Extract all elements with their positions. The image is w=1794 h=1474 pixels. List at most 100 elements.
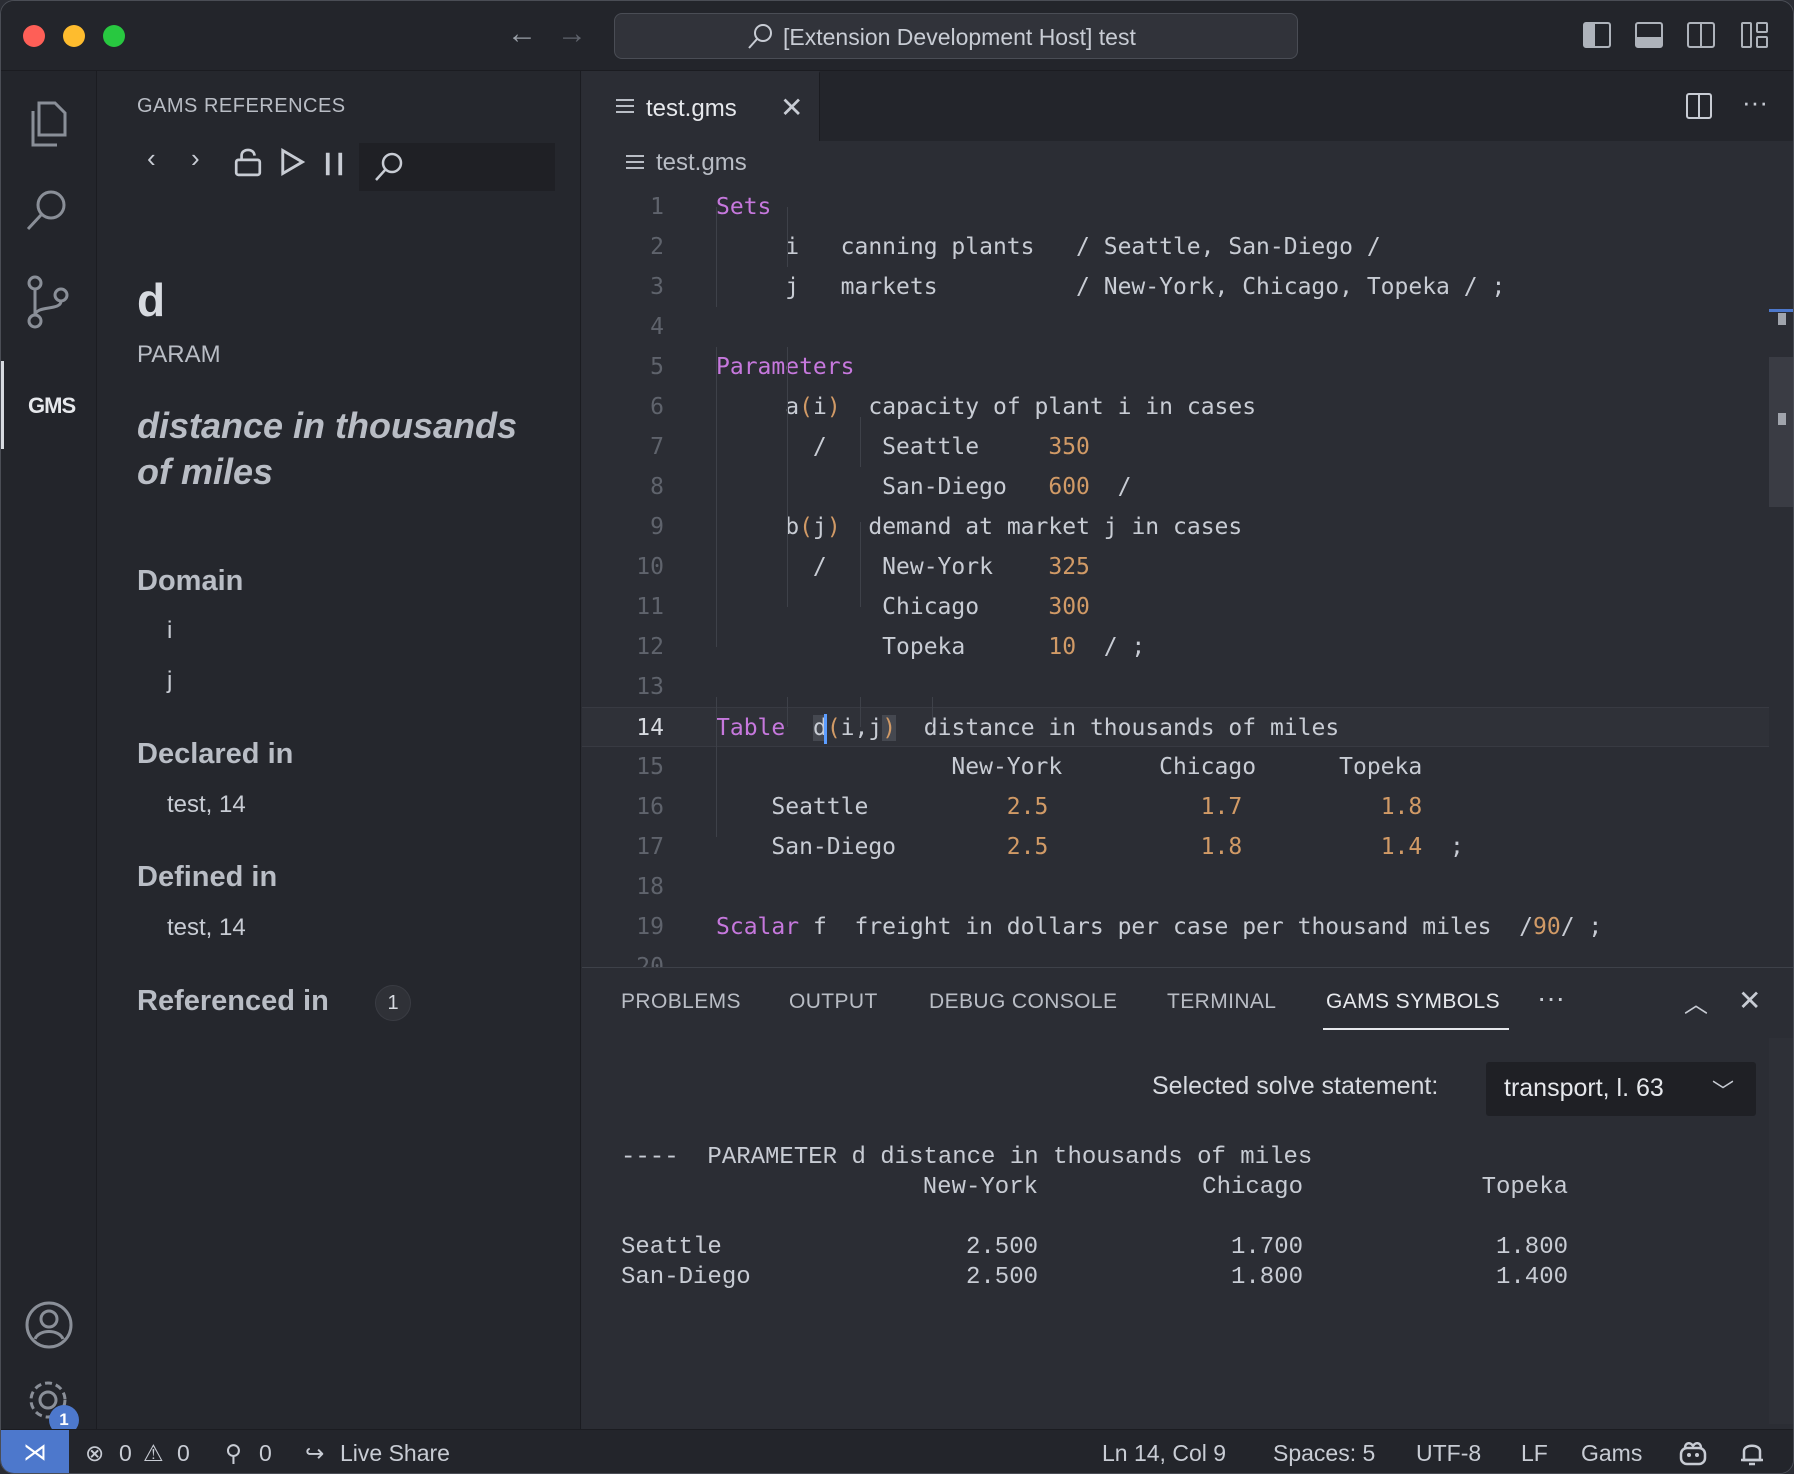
active-tab-indicator [1323, 1028, 1509, 1030]
ports-icon[interactable]: ⚲ [225, 1440, 242, 1467]
minimize-window-button[interactable] [63, 25, 85, 47]
more-actions-icon[interactable]: ··· [1742, 87, 1768, 118]
bell-icon[interactable] [1739, 1438, 1765, 1468]
toggle-panel-icon[interactable] [1635, 22, 1663, 48]
split-editor-icon[interactable] [1686, 93, 1712, 119]
code-line[interactable]: 13 [582, 667, 1772, 707]
tab-gams-symbols[interactable]: GAMS SYMBOLS [1326, 990, 1500, 1014]
tab-output[interactable]: OUTPUT [789, 990, 878, 1014]
chevron-up-icon[interactable]: ︿ [1684, 984, 1708, 1019]
tab-problems[interactable]: PROBLEMS [621, 990, 741, 1014]
breadcrumb[interactable]: test.gms [626, 149, 747, 177]
unlock-icon[interactable] [233, 147, 263, 177]
declared-location[interactable]: test, 14 [167, 791, 246, 819]
error-icon[interactable]: ⊗ [85, 1440, 104, 1467]
code-token: 1.7 [1200, 794, 1243, 820]
solve-statement-select[interactable]: transport, l. 63 ﹀ [1486, 1062, 1756, 1116]
code-token: j [812, 514, 827, 540]
share-icon[interactable]: ↪ [305, 1440, 324, 1467]
warning-count[interactable]: 0 [177, 1440, 190, 1467]
toggle-sidebar-icon[interactable] [1583, 22, 1611, 48]
indentation[interactable]: Spaces: 5 [1273, 1440, 1375, 1467]
search-activity[interactable] [1, 167, 97, 255]
code-token: ( [826, 715, 841, 741]
editor-scroll-thumb[interactable] [1769, 357, 1793, 507]
code-line[interactable]: 16 Seattle 2.5 1.7 1.8 [582, 787, 1772, 827]
code-editor[interactable]: 20 19 Scalar f freight in dollars per case… [582, 187, 1772, 967]
code-line[interactable]: 9 b(j) demand at market j in cases [582, 507, 1772, 547]
line-source: New-York Chicago Topeka [716, 747, 1422, 787]
line-number: 18 [636, 874, 664, 900]
search-icon [26, 190, 66, 231]
code-line[interactable]: 19 Scalar f freight in dollars per case p… [582, 907, 1772, 947]
tab-terminal[interactable]: TERMINAL [1167, 990, 1276, 1014]
play-icon[interactable] [277, 147, 307, 177]
language-mode[interactable]: Gams [1581, 1440, 1642, 1467]
indent-guide [716, 207, 717, 307]
line-source: San-Diego 600 / [716, 467, 1131, 507]
editor-scrollbar[interactable] [1769, 187, 1793, 967]
remote-indicator[interactable]: ⋊ [1, 1430, 69, 1473]
code-line[interactable]: 6 a(i) capacity of plant i in cases [582, 387, 1772, 427]
solve-statement-value: transport, l. 63 [1504, 1074, 1664, 1102]
line-number: 1 [650, 194, 664, 220]
toggle-secondary-sidebar-icon[interactable] [1687, 22, 1715, 48]
code-line[interactable]: 4 [582, 307, 1772, 347]
warning-icon[interactable]: ⚠ [143, 1440, 164, 1467]
panel-scrollbar[interactable] [1769, 1038, 1793, 1424]
code-line[interactable]: 11 Chicago 300 [582, 587, 1772, 627]
close-icon[interactable]: ✕ [780, 91, 803, 124]
code-line[interactable]: 1 Sets [582, 187, 1772, 227]
encoding[interactable]: UTF-8 [1416, 1440, 1481, 1467]
code-line[interactable]: 3 j markets / New-York, Chicago, Topeka … [582, 267, 1772, 307]
defined-location[interactable]: test, 14 [167, 914, 246, 942]
code-line[interactable]: 14 Table d(i,j) distance in thousands of … [582, 707, 1772, 747]
symbol-search-input[interactable] [359, 143, 555, 191]
code-line[interactable]: 8 San-Diego 600 / [582, 467, 1772, 507]
chevron-left-icon[interactable]: ‹ [147, 143, 177, 173]
code-line[interactable]: 18 [582, 867, 1772, 907]
code-line[interactable]: 2 i canning plants / Seattle, San-Diego … [582, 227, 1772, 267]
code-line[interactable]: 10 / New-York 325 [582, 547, 1772, 587]
accounts-activity[interactable] [1, 1279, 97, 1367]
code-line[interactable]: 15 New-York Chicago Topeka [582, 747, 1772, 787]
forward-arrow-icon[interactable]: → [557, 17, 587, 51]
domain-heading: Domain [137, 565, 244, 597]
code-token: / ; [1560, 914, 1603, 940]
ports-count[interactable]: 0 [259, 1440, 272, 1467]
chevron-right-icon[interactable]: › [191, 143, 221, 173]
domain-item[interactable]: j [167, 667, 172, 695]
customize-layout-icon[interactable] [1741, 22, 1769, 48]
code-line[interactable]: 5 Parameters [582, 347, 1772, 387]
close-window-button[interactable] [23, 25, 45, 47]
code-line[interactable]: 7 / Seattle 350 [582, 427, 1772, 467]
close-panel-icon[interactable]: ✕ [1738, 984, 1761, 1017]
line-number: 4 [650, 314, 664, 340]
line-number: 14 [636, 715, 664, 741]
pause-icon[interactable] [319, 149, 349, 179]
code-line[interactable]: 12 Topeka 10 / ; [582, 627, 1772, 667]
end-of-line[interactable]: LF [1521, 1440, 1548, 1467]
cursor-position[interactable]: Ln 14, Col 9 [1102, 1440, 1226, 1467]
code-token: f freight in dollars per case per thousa… [799, 914, 1533, 940]
line-number: 10 [636, 554, 664, 580]
line-source: Topeka 10 / ; [716, 627, 1145, 667]
maximize-window-button[interactable] [103, 25, 125, 47]
listing-cell: 1.800 [1230, 1264, 1303, 1291]
live-share-button[interactable]: Live Share [340, 1440, 450, 1467]
referenced-heading[interactable]: Referenced in [137, 985, 329, 1018]
code-line[interactable]: 17 San-Diego 2.5 1.8 1.4 ; [582, 827, 1772, 867]
command-center[interactable]: [Extension Development Host] test [614, 13, 1298, 59]
explorer-activity[interactable] [1, 79, 97, 167]
gams-activity[interactable]: GMS [1, 361, 97, 449]
source-control-activity[interactable] [1, 255, 97, 343]
panel-more-icon[interactable]: ··· [1537, 982, 1565, 1014]
tab-debug-console[interactable]: DEBUG CONSOLE [929, 990, 1117, 1014]
code-line[interactable]: 20 [582, 947, 1772, 967]
copilot-icon[interactable] [1677, 1440, 1709, 1468]
domain-item[interactable]: i [167, 617, 172, 645]
error-count[interactable]: 0 [119, 1440, 132, 1467]
tab-test-gms[interactable]: test.gms ✕ [582, 71, 820, 141]
code-token: i canning plants / Seattle, San-Diego / [716, 234, 1381, 260]
back-arrow-icon[interactable]: ← [507, 17, 537, 51]
